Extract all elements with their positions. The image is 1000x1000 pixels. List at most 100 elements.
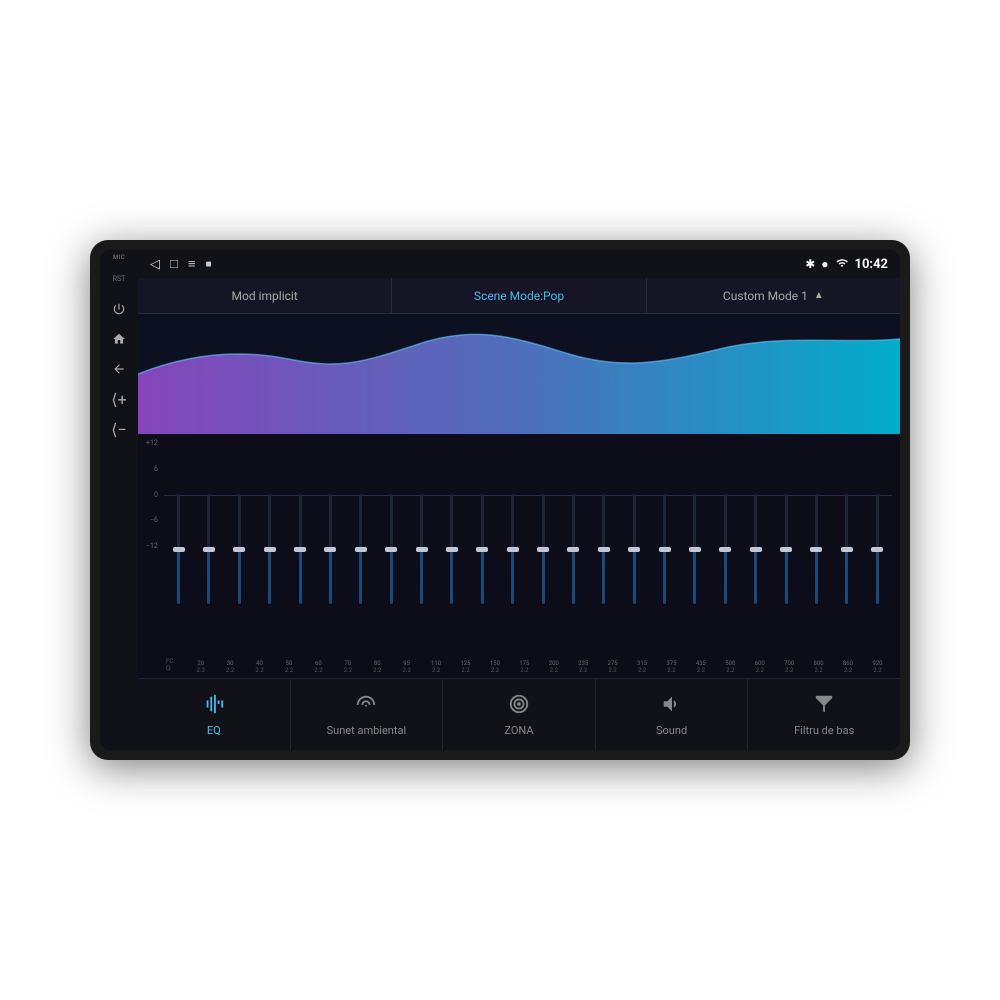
slider-handle-80[interactable]	[355, 547, 367, 552]
slider-handle-700[interactable]	[780, 547, 792, 552]
tab-scene-mode[interactable]: Scene Mode:Pop	[392, 278, 646, 313]
slider-track-920[interactable]	[876, 494, 879, 604]
slider-handle-110[interactable]	[416, 547, 428, 552]
bottom-nav: EQ Sunet ambiental	[138, 678, 900, 750]
slider-handle-375[interactable]	[659, 547, 671, 552]
slider-handle-275[interactable]	[598, 547, 610, 552]
menu-nav-icon[interactable]: ≡	[188, 256, 196, 272]
slider-handle-800[interactable]	[810, 547, 822, 552]
back-nav-icon[interactable]: ◁	[150, 257, 160, 272]
back-sidebar-button[interactable]	[105, 355, 133, 383]
slider-track-175[interactable]	[511, 494, 514, 604]
slider-handle-95[interactable]	[385, 547, 397, 552]
slider-track-70[interactable]	[329, 494, 332, 604]
slider-handle-150[interactable]	[476, 547, 488, 552]
q-label-60: 2.2	[314, 667, 322, 674]
slider-track-275[interactable]	[602, 494, 605, 604]
tab-mod-implicit[interactable]: Mod implicit	[138, 278, 392, 313]
slider-track-60[interactable]	[299, 494, 302, 604]
slider-col-70[interactable]	[316, 494, 345, 604]
slider-track-40[interactable]	[238, 494, 241, 604]
slider-col-20[interactable]	[164, 494, 193, 604]
slider-col-110[interactable]	[407, 494, 436, 604]
slider-col-275[interactable]	[589, 494, 618, 604]
nav-item-eq[interactable]: EQ	[138, 679, 291, 750]
slider-col-235[interactable]	[559, 494, 588, 604]
slider-col-150[interactable]	[468, 494, 497, 604]
slider-handle-50[interactable]	[264, 547, 276, 552]
slider-handle-20[interactable]	[173, 547, 185, 552]
nav-item-sunet-ambiental[interactable]: Sunet ambiental	[291, 679, 444, 750]
slider-col-125[interactable]	[437, 494, 466, 604]
slider-track-435[interactable]	[693, 494, 696, 604]
slider-col-600[interactable]	[741, 494, 770, 604]
slider-col-30[interactable]	[194, 494, 223, 604]
nav-item-filtru-de-bas[interactable]: Filtru de bas	[748, 679, 900, 750]
slider-track-50[interactable]	[268, 494, 271, 604]
nav-item-zona[interactable]: ZONA	[443, 679, 596, 750]
slider-handle-70[interactable]	[324, 547, 336, 552]
slider-handle-175[interactable]	[507, 547, 519, 552]
slider-handle-315[interactable]	[628, 547, 640, 552]
slider-handle-600[interactable]	[750, 547, 762, 552]
filtru-icon	[813, 693, 835, 720]
slider-handle-200[interactable]	[537, 547, 549, 552]
slider-handle-920[interactable]	[871, 547, 883, 552]
add-button[interactable]: ⟨+	[105, 385, 133, 413]
slider-col-920[interactable]	[863, 494, 892, 604]
slider-handle-500[interactable]	[719, 547, 731, 552]
recent-nav-icon[interactable]: ■	[205, 259, 211, 270]
eq-scale: +12 6 0 −6 −12	[146, 440, 162, 550]
slider-col-50[interactable]	[255, 494, 284, 604]
slider-col-315[interactable]	[620, 494, 649, 604]
slider-col-860[interactable]	[832, 494, 861, 604]
fc-label-700: 700	[784, 660, 794, 667]
slider-track-80[interactable]	[359, 494, 362, 604]
settings-button[interactable]: ⟨−	[105, 415, 133, 443]
slider-track-600[interactable]	[754, 494, 757, 604]
slider-handle-40[interactable]	[233, 547, 245, 552]
status-right: ✱ ● 10:42	[805, 257, 888, 272]
slider-track-95[interactable]	[390, 494, 393, 604]
slider-col-40[interactable]	[225, 494, 254, 604]
slider-track-150[interactable]	[481, 494, 484, 604]
slider-col-200[interactable]	[528, 494, 557, 604]
fc-label-60: 60	[315, 660, 322, 667]
slider-track-700[interactable]	[785, 494, 788, 604]
wifi-icon	[835, 257, 849, 272]
slider-col-800[interactable]	[802, 494, 831, 604]
slider-col-80[interactable]	[346, 494, 375, 604]
slider-handle-435[interactable]	[689, 547, 701, 552]
slider-col-700[interactable]	[771, 494, 800, 604]
slider-handle-60[interactable]	[294, 547, 306, 552]
tab-custom-mode[interactable]: Custom Mode 1 ▲	[647, 278, 900, 313]
rst-button[interactable]: RST	[105, 265, 133, 293]
slider-track-235[interactable]	[572, 494, 575, 604]
slider-track-125[interactable]	[450, 494, 453, 604]
slider-col-435[interactable]	[680, 494, 709, 604]
slider-col-175[interactable]	[498, 494, 527, 604]
nav-item-sound[interactable]: Sound	[596, 679, 749, 750]
q-label-20: 2.2	[197, 667, 205, 674]
slider-track-500[interactable]	[724, 494, 727, 604]
slider-handle-125[interactable]	[446, 547, 458, 552]
slider-track-375[interactable]	[663, 494, 666, 604]
home-sidebar-button[interactable]	[105, 325, 133, 353]
slider-track-20[interactable]	[177, 494, 180, 604]
slider-handle-30[interactable]	[203, 547, 215, 552]
slider-col-375[interactable]	[650, 494, 679, 604]
slider-track-110[interactable]	[420, 494, 423, 604]
slider-track-315[interactable]	[633, 494, 636, 604]
home-nav-icon[interactable]: □	[170, 256, 178, 272]
slider-col-500[interactable]	[711, 494, 740, 604]
slider-handle-860[interactable]	[841, 547, 853, 552]
q-label-800: 2.2	[814, 667, 822, 674]
power-button[interactable]	[105, 295, 133, 323]
slider-col-95[interactable]	[377, 494, 406, 604]
slider-track-30[interactable]	[207, 494, 210, 604]
slider-handle-235[interactable]	[567, 547, 579, 552]
slider-track-800[interactable]	[815, 494, 818, 604]
slider-track-860[interactable]	[845, 494, 848, 604]
slider-track-200[interactable]	[542, 494, 545, 604]
slider-col-60[interactable]	[285, 494, 314, 604]
